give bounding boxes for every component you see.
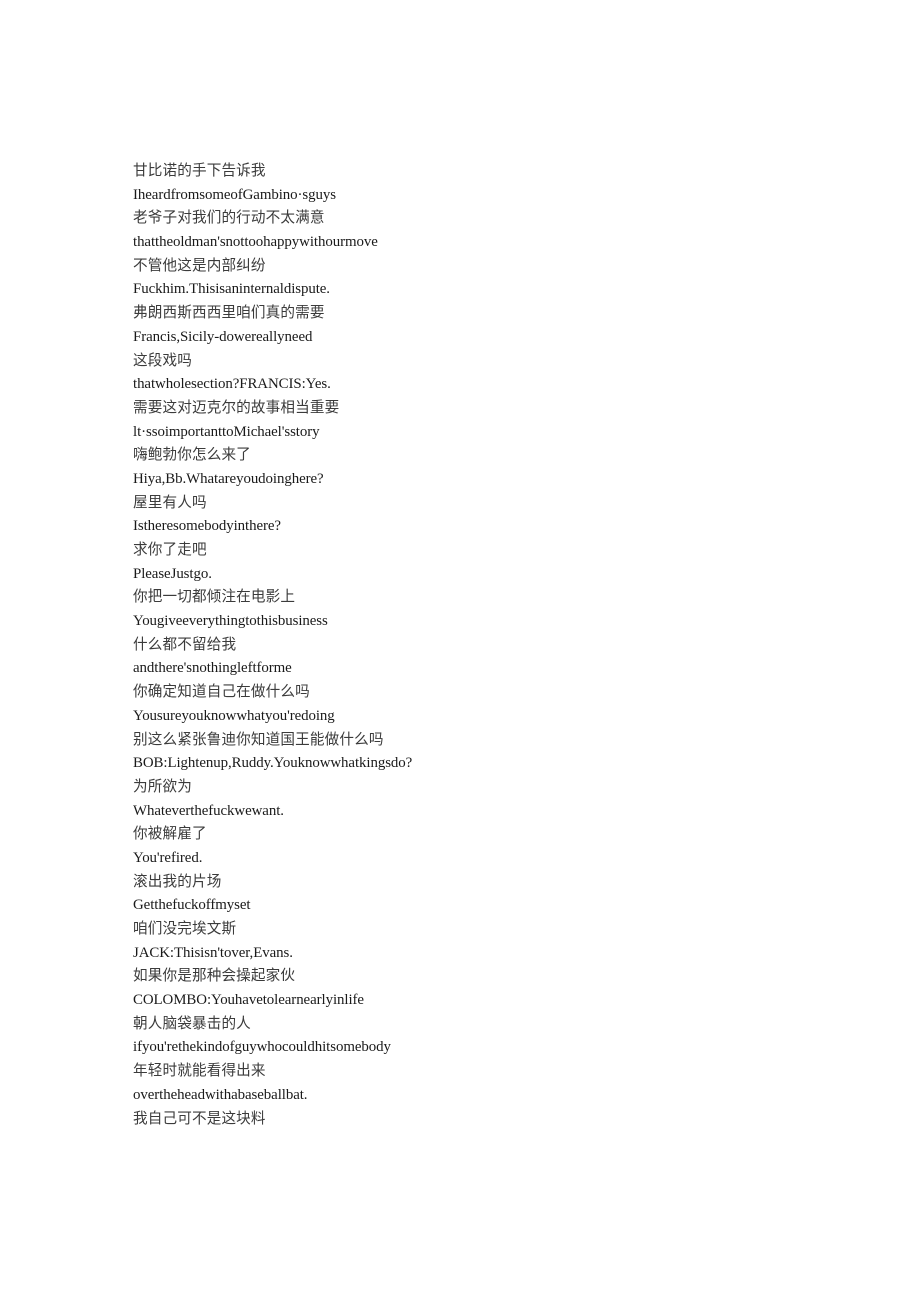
transcript-line-zh: 甘比诺的手下告诉我 bbox=[133, 163, 266, 179]
transcript-line-zh: 为所欲为 bbox=[133, 778, 192, 795]
transcript-line-en: IheardfromsomeofGambino·sguys bbox=[133, 186, 336, 203]
transcript-line-zh: 你把一切都倾注在电影上 bbox=[133, 589, 296, 606]
transcript-line-en: ifyou'rethekindofguywhocouldhitsomebody bbox=[133, 1039, 391, 1056]
transcript-line-zh: 你确定知道自己在做什么吗 bbox=[133, 684, 310, 701]
transcript-line-en: JACK:Thisisn'tover,Evans. bbox=[133, 944, 293, 961]
transcript-line-en: Istheresomebodyinthere? bbox=[133, 518, 281, 535]
transcript-line-zh: 嗨鲍勃你怎么来了 bbox=[133, 447, 251, 464]
transcript-line-en: thatwholesection?FRANCIS:Yes. bbox=[133, 376, 331, 393]
transcript-line-en: Francis,Sicily-dowereallyneed bbox=[133, 328, 313, 345]
transcript-line-en: Getthefuckoffmyset bbox=[133, 897, 251, 914]
transcript-line-zh: 屋里有人吗 bbox=[133, 494, 207, 511]
transcript-line-en: COLOMBO:Youhavetolearnearlyinlife bbox=[133, 992, 364, 1009]
transcript-line-zh: 我自己可不是这块料 bbox=[133, 1110, 266, 1127]
transcript-line-en: Hiya,Bb.Whatareyoudoinghere? bbox=[133, 470, 324, 487]
transcript-line-zh: 咱们没完埃文斯 bbox=[133, 921, 237, 937]
transcript-line-zh: 年轻时就能看得出来 bbox=[133, 1063, 266, 1080]
transcript-line-en: BOB:Lightenup,Ruddy.Youknowwhatkingsdo? bbox=[133, 755, 413, 772]
transcript-line-en: lt·ssoimportanttoMichael'sstory bbox=[133, 423, 320, 440]
transcript-line-zh: 滚出我的片场 bbox=[133, 873, 222, 890]
transcript-line-zh: 别这么紧张鲁迪你知道国王能做什么吗 bbox=[133, 731, 384, 748]
transcript-line-zh: 弗朗西斯西西里咱们真的需要 bbox=[133, 305, 325, 322]
transcript-line-en: Whateverthefuckwewant. bbox=[133, 802, 284, 819]
transcript-line-zh: 如果你是那种会操起家伙 bbox=[133, 968, 296, 985]
transcript-body: 甘比诺的手下告诉我 IheardfromsomeofGambino·sguys 老爷… bbox=[133, 160, 833, 1131]
document-page: 甘比诺的手下告诉我 IheardfromsomeofGambino·sguys 老爷… bbox=[0, 0, 920, 1301]
transcript-line-en: Yougiveeverythingtothisbusiness bbox=[133, 613, 328, 630]
transcript-line-en: Yousureyouknowwhatyou'redoing bbox=[133, 707, 335, 724]
transcript-line-zh: 老爷子对我们的行动不太满意 bbox=[133, 210, 325, 227]
transcript-line-zh: 不管他这是内部纠纷 bbox=[133, 257, 266, 274]
transcript-line-zh: 朝人脑袋暴击的人 bbox=[133, 1015, 251, 1032]
transcript-line-en: andthere'snothingleftforme bbox=[133, 660, 292, 677]
transcript-line-zh: 求你了走吧 bbox=[133, 542, 207, 558]
transcript-line-zh: 这段戏吗 bbox=[133, 352, 192, 369]
transcript-line-en: You'refired. bbox=[133, 849, 203, 866]
transcript-line-zh: 你被解雇了 bbox=[133, 826, 207, 843]
transcript-line-en: Fuckhim.Thisisaninternaldispute. bbox=[133, 281, 330, 298]
transcript-line-zh: 什么都不留给我 bbox=[133, 636, 237, 653]
transcript-line-en: overtheheadwithabaseballbat. bbox=[133, 1086, 308, 1103]
transcript-line-en: PleaseJustgo. bbox=[133, 565, 212, 582]
transcript-line-en: thattheoldman'snottoohappywithourmove bbox=[133, 234, 378, 251]
transcript-line-zh: 需要这对迈克尔的故事相当重要 bbox=[133, 399, 340, 416]
